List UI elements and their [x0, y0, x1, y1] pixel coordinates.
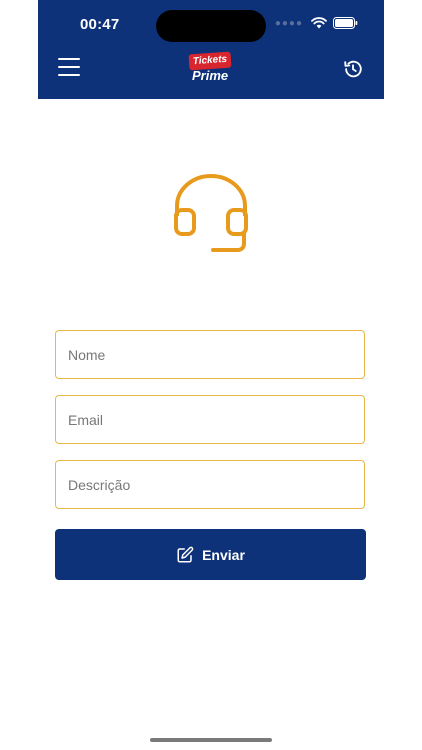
battery-icon: [333, 17, 358, 29]
hamburger-line: [58, 74, 80, 76]
submit-label: Enviar: [202, 546, 245, 563]
description-field[interactable]: [55, 460, 365, 509]
edit-icon: [177, 546, 194, 562]
name-field[interactable]: [55, 330, 365, 379]
name-input[interactable]: [56, 331, 364, 378]
history-button[interactable]: [342, 58, 364, 80]
email-field[interactable]: [55, 395, 365, 444]
dynamic-island: [156, 10, 266, 42]
menu-button[interactable]: [58, 58, 80, 76]
tickets-prime-logo: Tickets Prime: [188, 51, 234, 86]
logo-line2: Prime: [192, 68, 229, 83]
status-icons: ●●●●: [275, 17, 358, 29]
history-icon: [344, 60, 362, 78]
description-input[interactable]: [56, 461, 364, 508]
status-time: 00:47: [80, 16, 120, 33]
hamburger-menu-icon: [58, 58, 80, 60]
wifi-icon: [311, 17, 327, 29]
submit-button[interactable]: Enviar: [55, 529, 366, 580]
email-input[interactable]: [56, 396, 364, 443]
hamburger-line: [58, 66, 80, 68]
home-indicator[interactable]: [150, 738, 272, 742]
app-screen: 00:47 ●●●● Tickets Prime Nome Email Desc…: [38, 0, 384, 750]
signal-dots-icon: ●●●●: [274, 17, 303, 29]
app-header: 00:47 ●●●● Tickets Prime: [38, 0, 384, 99]
headset-icon: [171, 172, 251, 256]
